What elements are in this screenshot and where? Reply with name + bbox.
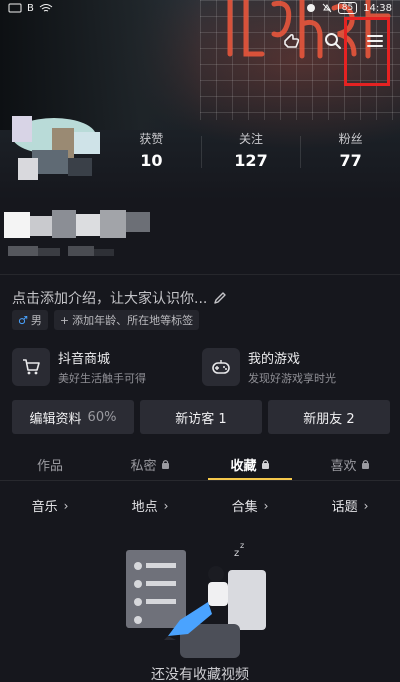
search-button[interactable] bbox=[322, 30, 344, 52]
stat-likes[interactable]: 获赞 10 bbox=[102, 130, 201, 170]
stat-label: 关注 bbox=[239, 132, 264, 146]
tab-label: 喜欢 bbox=[330, 458, 357, 474]
chevron-right-icon: › bbox=[363, 498, 369, 513]
battery-level: 85 bbox=[337, 2, 358, 14]
feature-subtitle: 发现好游戏享时光 bbox=[248, 372, 336, 385]
tabs-divider bbox=[0, 480, 400, 481]
feature-subtitle: 美好生活触手可得 bbox=[58, 372, 146, 385]
status-time: 14:38 bbox=[363, 2, 392, 14]
favorites-categories: 音乐 › 地点 › 合集 › 话题 › bbox=[0, 496, 400, 516]
section-divider bbox=[0, 274, 400, 275]
profile-stats: 获赞 10 关注 127 粉丝 77 bbox=[102, 130, 400, 170]
empty-favorites-illustration: z z bbox=[126, 541, 266, 658]
chevron-right-icon: › bbox=[163, 498, 169, 513]
profile-completion: 60% bbox=[87, 409, 117, 425]
alarm-icon bbox=[306, 4, 315, 12]
feature-games[interactable]: 我的游戏 发现好游戏享时光 bbox=[202, 348, 392, 386]
chevron-right-icon: › bbox=[263, 498, 269, 513]
chevron-right-icon: › bbox=[63, 498, 69, 513]
male-icon: ♂ bbox=[18, 313, 28, 327]
stat-followers[interactable]: 粉丝 77 bbox=[301, 130, 400, 170]
menu-highlight-box bbox=[344, 17, 390, 86]
stat-value: 10 bbox=[140, 151, 163, 170]
avatar[interactable] bbox=[8, 106, 100, 198]
add-tag-label: 添加年龄、所在地等标签 bbox=[72, 314, 194, 327]
new-friends-label: 新朋友 2 bbox=[303, 411, 355, 427]
category-label: 话题 bbox=[331, 500, 358, 515]
gender-tag[interactable]: ♂ 男 bbox=[12, 310, 48, 330]
new-visitors-label: 新访客 1 bbox=[175, 411, 227, 427]
tab-private[interactable]: 私密 bbox=[100, 448, 200, 480]
hand-icon bbox=[284, 33, 300, 48]
category-label: 合集 bbox=[231, 500, 258, 515]
svg-text:z: z bbox=[234, 548, 239, 559]
intro-text: 点击添加介绍，让大家认识你... bbox=[12, 291, 208, 307]
stat-label: 获赞 bbox=[139, 132, 164, 146]
nickname-blurred bbox=[4, 210, 150, 238]
stat-following[interactable]: 关注 127 bbox=[202, 130, 301, 170]
lock-icon bbox=[261, 460, 269, 469]
sim-icon bbox=[8, 3, 22, 13]
add-intro-link[interactable]: 点击添加介绍，让大家认识你... bbox=[12, 288, 227, 308]
stat-value: 77 bbox=[339, 151, 362, 170]
status-left-text: B bbox=[27, 2, 34, 14]
plus-icon: + bbox=[59, 313, 70, 327]
mute-icon bbox=[322, 3, 332, 13]
visitor-hand-button[interactable] bbox=[280, 30, 302, 52]
category-music[interactable]: 音乐 › bbox=[0, 496, 100, 516]
edit-pencil-icon bbox=[214, 292, 227, 304]
search-icon bbox=[325, 33, 341, 49]
tab-label: 收藏 bbox=[230, 458, 257, 474]
edit-profile-label: 编辑资料 bbox=[29, 411, 82, 427]
profile-actions: 编辑资料 60% 新访客 1 新朋友 2 bbox=[12, 400, 390, 434]
tab-likes[interactable]: 喜欢 bbox=[300, 448, 400, 480]
category-topics[interactable]: 话题 › bbox=[300, 496, 400, 516]
profile-tags: ♂ 男 + 添加年龄、所在地等标签 bbox=[12, 310, 200, 330]
cart-icon bbox=[12, 348, 50, 386]
account-id-blurred bbox=[8, 246, 114, 256]
wifi-icon bbox=[39, 4, 53, 12]
gender-label: 男 bbox=[30, 314, 42, 327]
category-places[interactable]: 地点 › bbox=[100, 496, 200, 516]
tab-works[interactable]: 作品 bbox=[0, 448, 100, 480]
empty-state-text: 还没有收藏视频 bbox=[151, 667, 249, 682]
new-friends-button[interactable]: 新朋友 2 bbox=[268, 400, 390, 434]
feature-title: 我的游戏 bbox=[248, 352, 301, 367]
category-collections[interactable]: 合集 › bbox=[200, 496, 300, 516]
edit-profile-button[interactable]: 编辑资料 60% bbox=[12, 400, 134, 434]
category-label: 音乐 bbox=[31, 500, 58, 515]
tab-label: 私密 bbox=[130, 458, 157, 474]
tab-label: 作品 bbox=[36, 458, 63, 474]
gamepad-icon bbox=[202, 348, 240, 386]
status-bar: B 85 14:38 bbox=[0, 0, 400, 16]
lock-icon bbox=[361, 460, 369, 469]
category-label: 地点 bbox=[131, 500, 158, 515]
stat-label: 粉丝 bbox=[338, 132, 363, 146]
stat-value: 127 bbox=[234, 151, 268, 170]
feature-entries: 抖音商城 美好生活触手可得 我的游戏 发现好游戏享时光 bbox=[12, 348, 392, 386]
svg-text:z: z bbox=[240, 541, 244, 550]
new-visitors-button[interactable]: 新访客 1 bbox=[140, 400, 262, 434]
lock-icon bbox=[161, 460, 169, 469]
tab-favorites[interactable]: 收藏 bbox=[200, 448, 300, 480]
profile-tabs: 作品 私密 收藏 喜欢 bbox=[0, 448, 400, 480]
feature-shop[interactable]: 抖音商城 美好生活触手可得 bbox=[12, 348, 202, 386]
add-tag-button[interactable]: + 添加年龄、所在地等标签 bbox=[53, 310, 200, 330]
feature-title: 抖音商城 bbox=[58, 352, 111, 367]
